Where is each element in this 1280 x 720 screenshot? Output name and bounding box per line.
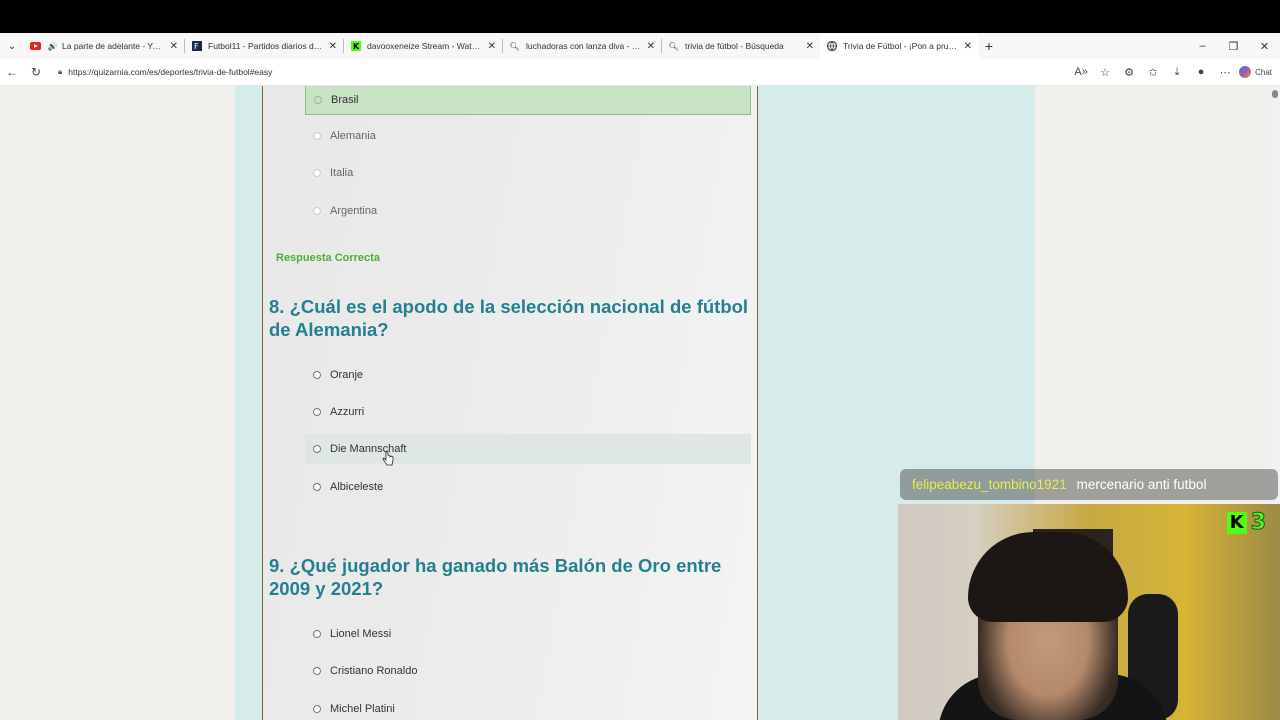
tab-search-luchadoras[interactable]: 🔍︎ luchadoras con lanza diva - Búsqueda …	[503, 33, 661, 59]
futbol11-icon: F	[191, 41, 202, 52]
radio-button[interactable]	[313, 667, 321, 675]
close-tab-icon[interactable]: ✕	[488, 41, 496, 52]
read-aloud-icon[interactable]: A»	[1069, 66, 1093, 78]
tab-title: Futbol11 - Partidos diarios de fútbol	[208, 41, 323, 51]
option-italia[interactable]: Italia	[305, 158, 751, 188]
tab-actions-icon[interactable]: ⌄	[0, 33, 24, 59]
window-controls: – ❐ ✕	[1187, 33, 1280, 59]
hand-cursor-icon	[382, 451, 394, 466]
minimize-icon[interactable]: –	[1187, 40, 1218, 52]
close-tab-icon[interactable]: ✕	[806, 41, 814, 52]
radio-button[interactable]	[313, 705, 321, 713]
browser-toolbar: A» ☆ ⚙︎ ✩ ⤓ ● ⋯ Chat	[1069, 66, 1280, 79]
option-brasil-correct[interactable]: Brasil	[305, 86, 751, 115]
tab-youtube[interactable]: 🔊 La parte de adelante - YouTube ✕	[24, 33, 184, 59]
option-albiceleste[interactable]: Albiceleste	[305, 472, 751, 502]
black-top-bar	[0, 0, 1280, 33]
option-oranje[interactable]: Oranje	[305, 360, 751, 390]
new-tab-icon[interactable]: +	[978, 38, 1000, 54]
close-tab-icon[interactable]: ✕	[647, 41, 655, 52]
option-label: Die Mannschaft	[330, 443, 407, 455]
option-label: Michel Platini	[330, 703, 395, 715]
option-michel-platini[interactable]: Michel Platini	[305, 694, 751, 720]
radio-button[interactable]	[313, 445, 321, 453]
scrollbar-thumb[interactable]	[1272, 90, 1278, 98]
chat-username: felipeabezu_tombino1921	[912, 477, 1067, 492]
chat-label: Chat	[1255, 67, 1272, 77]
copilot-icon	[1239, 66, 1252, 78]
profile-avatar-icon[interactable]: ●	[1189, 66, 1213, 78]
svg-text:K: K	[353, 42, 360, 51]
radio-button[interactable]	[313, 630, 321, 638]
option-label: Cristiano Ronaldo	[330, 665, 418, 677]
option-lionel-messi[interactable]: Lionel Messi	[305, 619, 751, 649]
favorites-icon[interactable]: ✩	[1141, 66, 1165, 79]
restore-icon[interactable]: ❐	[1218, 40, 1249, 53]
search-icon: 🔍︎	[509, 41, 520, 51]
stream-chat-message: felipeabezu_tombino1921 mercenario anti …	[900, 469, 1278, 500]
option-label: Azzurri	[330, 406, 365, 418]
option-die-mannschaft[interactable]: Die Mannschaft	[305, 434, 751, 464]
close-tab-icon[interactable]: ✕	[170, 41, 178, 52]
quizarnia-icon	[826, 41, 837, 52]
option-argentina[interactable]: Argentina	[305, 196, 751, 226]
radio-button[interactable]	[313, 207, 321, 215]
refresh-icon[interactable]: ↻	[24, 65, 48, 79]
tab-title: La parte de adelante - YouTube	[62, 41, 164, 51]
tab-title: Trivia de Fútbol - ¡Pon a prueba tu	[843, 41, 958, 51]
tab-title: trivia de fútbol - Búsqueda	[685, 41, 784, 51]
chat-message-text: mercenario anti futbol	[1076, 477, 1207, 492]
option-alemania[interactable]: Alemania	[305, 121, 751, 151]
close-tab-icon[interactable]: ✕	[964, 41, 972, 52]
tab-title: davooxeneize Stream - Watch Live	[367, 41, 482, 51]
kick-count: 3	[1250, 510, 1266, 536]
option-label: Oranje	[330, 369, 364, 381]
tab-kick-stream[interactable]: K davooxeneize Stream - Watch Live ✕	[344, 33, 502, 59]
tab-title: luchadoras con lanza diva - Búsqueda	[526, 41, 641, 51]
svg-text:F: F	[194, 42, 199, 51]
radio-button[interactable]	[313, 408, 321, 416]
tab-search-trivia[interactable]: 🔍︎ trivia de fútbol - Búsqueda ✕	[662, 33, 820, 59]
webcam-overlay: K 3	[898, 504, 1280, 720]
kick-logo-icon: K	[1226, 511, 1247, 534]
option-azzurri[interactable]: Azzurri	[305, 397, 751, 427]
kick-icon: K	[350, 41, 361, 52]
radio-button[interactable]	[313, 483, 321, 491]
address-bar-row: ← ↻ 🔒︎ https://quizarnia.com/es/deportes…	[0, 59, 1280, 86]
question-8-title: 8. ¿Cuál es el apodo de la selección nac…	[269, 296, 749, 340]
extensions-icon[interactable]: ⚙︎	[1117, 66, 1141, 79]
downloads-icon[interactable]: ⤓	[1165, 66, 1189, 79]
tab-futbol11[interactable]: F Futbol11 - Partidos diarios de fútbol …	[185, 33, 343, 59]
more-menu-icon[interactable]: ⋯	[1213, 66, 1237, 79]
radio-button[interactable]	[313, 132, 321, 140]
url-field[interactable]: 🔒︎ https://quizarnia.com/es/deportes/tri…	[54, 62, 1066, 82]
back-icon[interactable]: ←	[0, 65, 24, 79]
tab-strip: ⌄ 🔊 La parte de adelante - YouTube ✕ F F…	[0, 33, 1280, 59]
option-label: Alemania	[330, 130, 376, 142]
answer-feedback: Respuesta Correcta	[276, 252, 380, 264]
copilot-chat-button[interactable]: Chat	[1239, 66, 1272, 78]
lock-icon[interactable]: 🔒︎	[58, 67, 62, 77]
option-label: Albiceleste	[330, 481, 384, 493]
search-icon: 🔍︎	[668, 41, 679, 51]
quiz-card: Brasil Alemania Italia Argentina Respues…	[262, 86, 758, 720]
favorite-star-icon[interactable]: ☆	[1093, 66, 1117, 79]
option-label: Italia	[330, 167, 354, 179]
youtube-icon	[30, 41, 41, 52]
url-text: https://quizarnia.com/es/deportes/trivia…	[68, 67, 273, 77]
option-cristiano-ronaldo[interactable]: Cristiano Ronaldo	[305, 656, 751, 686]
radio-button[interactable]	[314, 96, 322, 104]
option-label: Brasil	[331, 94, 359, 106]
option-label: Lionel Messi	[330, 628, 392, 640]
close-window-icon[interactable]: ✕	[1249, 40, 1280, 53]
speaker-icon[interactable]: 🔊	[47, 41, 58, 52]
radio-button[interactable]	[313, 371, 321, 379]
tab-trivia-active[interactable]: Trivia de Fútbol - ¡Pon a prueba tu ✕	[820, 33, 978, 59]
radio-button[interactable]	[313, 169, 321, 177]
question-9-title: 9. ¿Qué jugador ha ganado más Balón de O…	[269, 555, 722, 599]
option-label: Argentina	[330, 205, 378, 217]
close-tab-icon[interactable]: ✕	[329, 41, 337, 52]
kick-badge: K 3	[1226, 510, 1267, 536]
